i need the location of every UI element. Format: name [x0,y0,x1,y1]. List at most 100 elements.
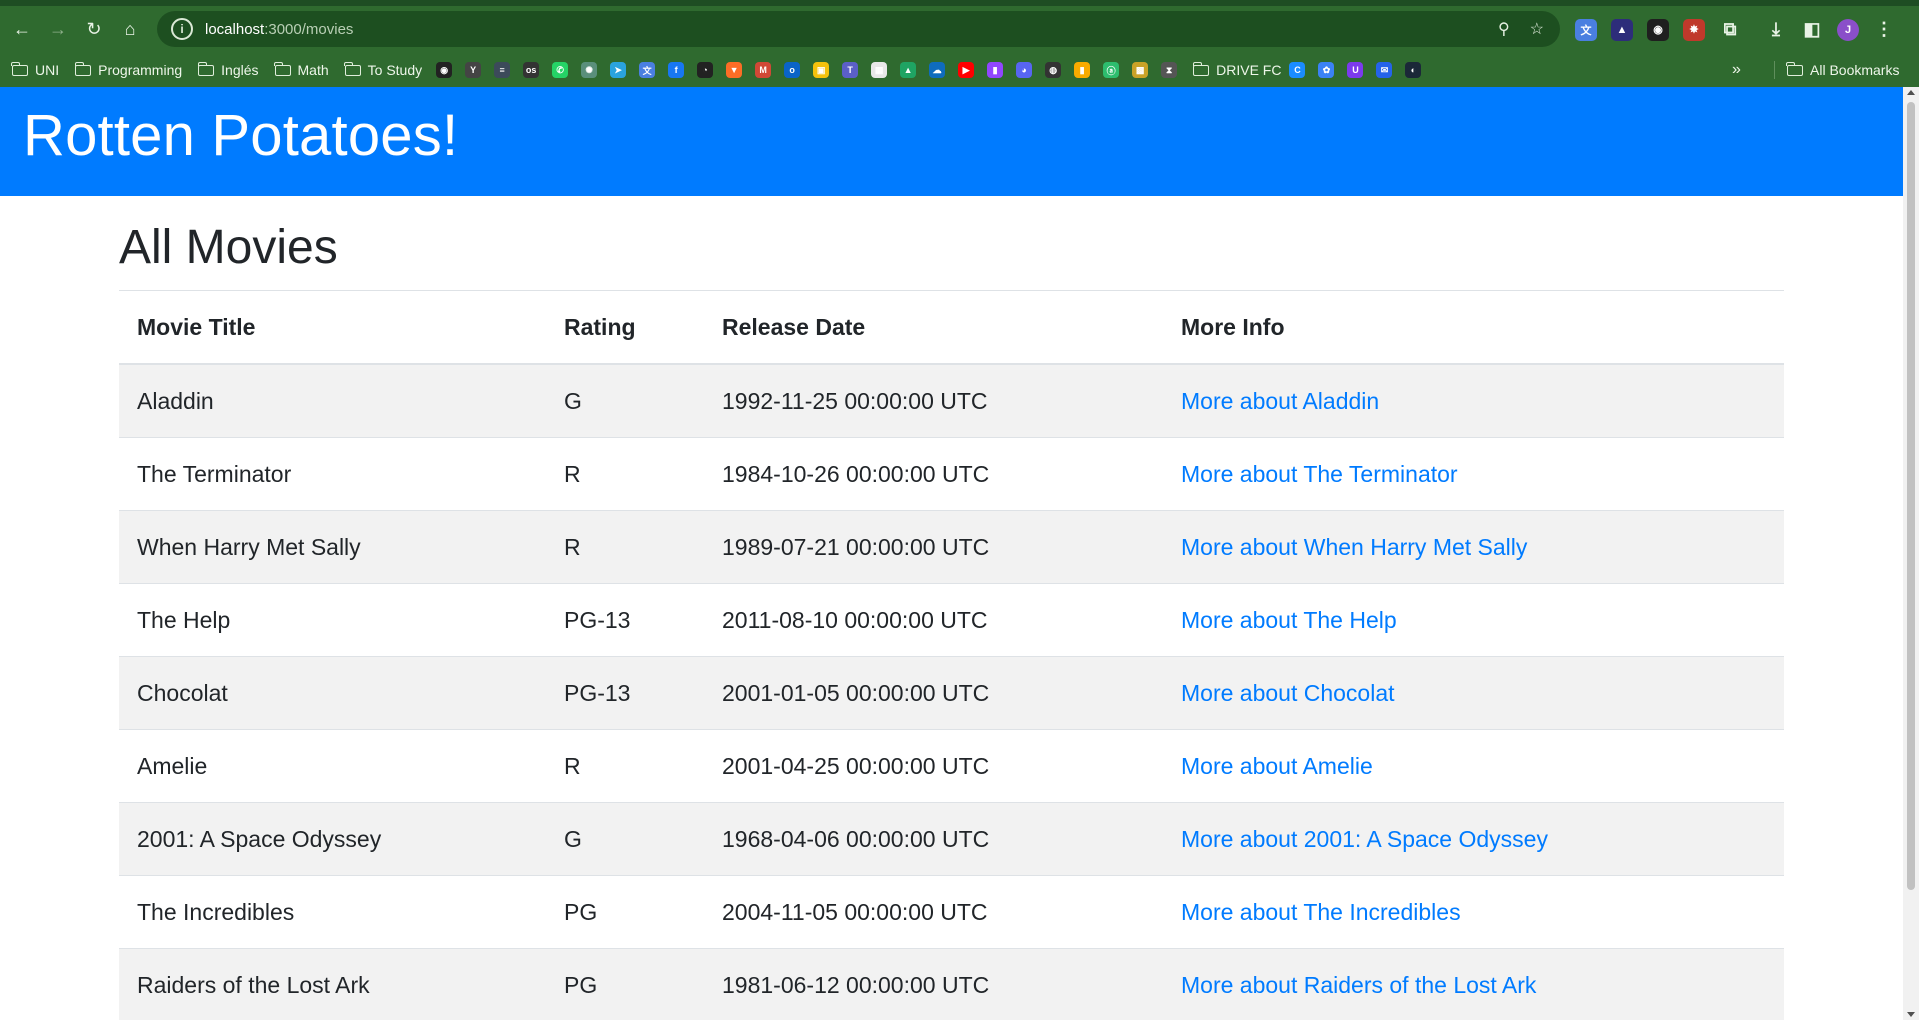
forward-button[interactable]: → [42,14,74,46]
zoom-icon[interactable]: ⚲ [1498,19,1510,39]
site-info-icon[interactable]: i [171,18,193,40]
avatar-letter: J [1844,23,1852,36]
movie-rating-cell: PG [546,875,704,949]
settings-favicon[interactable]: ✿ [1318,62,1335,78]
movie-more-info-cell: More about The Incredibles [1163,875,1784,949]
more-info-link[interactable]: More about Aladdin [1181,388,1379,414]
movie-more-info-cell: More about When Harry Met Sally [1163,510,1784,584]
menu-kebab-icon[interactable]: ⋮ [1873,19,1895,41]
more-info-link[interactable]: More about Chocolat [1181,680,1395,706]
movie-release-date-cell: 1981-06-12 00:00:00 UTC [704,948,1163,1020]
movie-more-info-cell: More about The Terminator [1163,437,1784,511]
more-info-link[interactable]: More about The Help [1181,607,1397,633]
movie-release-date-cell: 1968-04-06 00:00:00 UTC [704,802,1163,876]
whatsapp-favicon[interactable]: ✆ [552,62,569,78]
hourglass-favicon[interactable]: ⧗ [1161,62,1178,78]
movie-more-info-cell: More about Aladdin [1163,363,1784,438]
arrow-right-icon: → [49,19,67,39]
site-header: Rotten Potatoes! [0,87,1903,196]
table-row: Aladdin G 1992-11-25 00:00:00 UTC More abou… [119,363,1784,438]
outlook-favicon[interactable]: o [784,62,801,78]
table-header-row: Movie Title Rating Release Date More Inf… [119,290,1784,365]
bookmark-folder-label: UNI [35,62,60,78]
bookmark-folder-all-bookmarks[interactable]: All Bookmarks [1779,57,1907,83]
table-row: 2001: A Space Odyssey G 1968-04-06 00:00:0… [119,802,1784,876]
folder-icon [197,61,215,76]
column-header-title: Movie Title [119,290,546,365]
onedrive-favicon[interactable]: ☁ [929,62,946,78]
discord-favicon[interactable]: ◕ [1016,62,1033,78]
scroll-up-arrow-icon[interactable] [1907,90,1915,95]
movie-rating-cell: R [546,729,704,803]
privacy-extension-icon[interactable]: ◉ [1647,18,1669,41]
more-info-link[interactable]: More about The Terminator [1181,461,1458,487]
column-header-release-date: Release Date [704,290,1163,365]
twitch-favicon[interactable]: ▮ [987,62,1004,78]
url-path: :3000/movies [264,20,354,38]
facebook-favicon[interactable]: f [668,62,685,78]
youtube-favicon[interactable]: ▶ [958,62,975,78]
address-bar[interactable]: i localhost:3000/movies ⚲ ☆ [157,11,1560,47]
app-favicon[interactable]: ⓐ [1103,62,1120,78]
more-info-link[interactable]: More about Amelie [1181,753,1373,779]
bookmark-star-icon[interactable]: ☆ [1530,19,1544,39]
bookmark-folder[interactable]: To Study [337,57,430,83]
vertical-scrollbar[interactable] [1903,87,1919,1020]
teams-favicon[interactable]: T [842,62,859,78]
copilot-favicon[interactable]: C [1289,62,1306,78]
url-text[interactable]: localhost:3000/movies [205,21,353,38]
telegram-favicon[interactable]: ➤ [610,62,627,78]
calendar-favicon[interactable]: ▦ [871,62,888,78]
chatgpt-favicon[interactable]: ✺ [581,62,598,78]
scholar-favicon[interactable]: Y [465,62,482,78]
keep-favicon[interactable]: ▣ [813,62,830,78]
table-row: Chocolat PG-13 2001-01-05 00:00:00 UTC More… [119,656,1784,730]
back-button[interactable]: ← [6,14,38,46]
translate-extension-icon[interactable]: 文 [1575,18,1597,41]
proton-extension-icon[interactable]: ▲ [1611,18,1633,41]
profile-avatar[interactable]: J [1837,18,1859,41]
more-info-link[interactable]: More about The Incredibles [1181,899,1461,925]
globe-favicon[interactable]: ◍ [1045,62,1062,78]
column-header-rating: Rating [546,290,704,365]
movie-more-info-cell: More about Chocolat [1163,656,1784,730]
movie-rating-cell: G [546,363,704,438]
photo-favicon[interactable]: ▩ [1132,62,1149,78]
more-info-link[interactable]: More about When Harry Met Sally [1181,534,1527,560]
osi-favicon[interactable]: os [523,62,540,78]
steam-favicon[interactable]: ◐ [1405,62,1422,78]
bookmark-folder[interactable]: Programming [67,57,190,83]
analytics-favicon[interactable]: ▮ [1074,62,1091,78]
download-icon[interactable]: ⤓ [1765,19,1787,41]
proton-favicon[interactable]: U [1347,62,1364,78]
movie-rating-cell: PG-13 [546,583,704,657]
more-info-link[interactable]: More about 2001: A Space Odyssey [1181,826,1548,852]
table-row: When Harry Met Sally R 1989-07-21 00:00:00… [119,510,1784,584]
scroll-down-arrow-icon[interactable] [1907,1012,1915,1017]
mail-favicon[interactable]: ✉ [1376,62,1393,78]
more-info-link[interactable]: More about Raiders of the Lost Ark [1181,972,1536,998]
extensions-puzzle-icon[interactable]: ⧉ [1719,19,1741,41]
bookmark-folder[interactable]: Inglés [190,57,266,83]
shopping-extension-icon[interactable]: ✸ [1683,18,1705,41]
gmail-favicon[interactable]: M [755,62,772,78]
ai-favicon[interactable]: ◉ [436,62,453,78]
translate-favicon[interactable]: 文 [639,62,656,78]
bookmark-folder[interactable]: UNI [4,57,67,83]
side-panel-icon[interactable]: ◧ [1801,19,1823,41]
folder-icon [74,61,92,76]
bookmark-folder[interactable]: Math [267,57,337,83]
reload-button[interactable]: ↻ [78,14,110,46]
github-favicon[interactable]: ◔ [697,62,714,78]
folder-icon [1192,61,1210,76]
bookmark-folder-drive-fc[interactable]: DRIVE FC [1185,57,1289,83]
drive-favicon[interactable]: ▲ [900,62,917,78]
gitlab-favicon[interactable]: ▼ [726,62,743,78]
home-button[interactable]: ⌂ [114,14,146,46]
movie-rating-cell: PG-13 [546,656,704,730]
bookmark-folder-label: Math [297,62,329,78]
scrollbar-thumb[interactable] [1907,102,1915,890]
doc-favicon[interactable]: ≡ [494,62,511,78]
table-row: The Terminator R 1984-10-26 00:00:00 UTC Mo… [119,437,1784,511]
bookmarks-overflow-chevron-icon[interactable]: » [1732,53,1741,87]
